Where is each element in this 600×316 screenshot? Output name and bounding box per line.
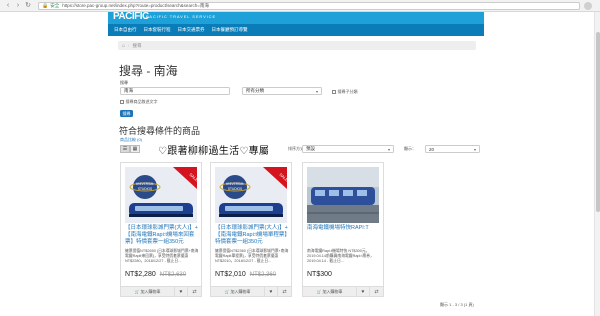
description-checkbox[interactable]: 搜尋商品敘述文字 — [120, 99, 158, 105]
compare-icon: ⇄ — [192, 288, 197, 295]
heart-icon: ♥ — [269, 288, 273, 295]
nav-item-transport-tickets[interactable]: 日本交通票券 — [178, 27, 205, 33]
sort-select-value: 預設 — [306, 146, 315, 151]
compare-icon: ⇄ — [374, 288, 379, 295]
price-old: NT$2,630 — [159, 272, 187, 278]
sort-select[interactable]: 預設 ▾ — [302, 145, 394, 153]
chevron-down-icon: ▾ — [315, 88, 318, 94]
search-input-value: 南海 — [124, 88, 133, 93]
view-toggle: ☰ ▦ — [120, 145, 140, 153]
nav-item-restaurant-booking[interactable]: 日本餐廳預訂導覽 — [212, 27, 248, 33]
card-actions: 🛒 加入購物車 ♥ ⇄ — [211, 286, 291, 296]
wishlist-button[interactable]: ♥ — [357, 287, 370, 296]
compare-link[interactable]: 商品比較 (0) — [120, 137, 142, 143]
limit-label: 顯示： — [404, 146, 416, 151]
grid-view-icon[interactable]: ▦ — [130, 145, 140, 153]
product-price: NT$2,010 NT$2,360 — [215, 271, 276, 278]
breadcrumb-item-search[interactable]: 搜尋 — [133, 43, 142, 49]
product-card: UNIVERSAL STUDIOS SALE 【日本環球影城門票(大人)】+【南… — [210, 162, 292, 297]
checkbox-icon — [332, 90, 336, 94]
subcategory-label: 搜尋子分類 — [337, 89, 358, 94]
pagination-text: 顯示 1 - 3 / 3 (1 頁) — [440, 302, 474, 307]
forward-icon[interactable]: › — [14, 2, 22, 10]
browser-toolbar: ‹ › ↻ 🔒 安全 https://store.pac-group.net/i… — [0, 0, 600, 12]
page-title: 搜尋 - 南海 — [119, 64, 178, 78]
product-card: UNIVERSAL STUDIOS SALE 【日本環球影城門票(大人)】+【南… — [120, 162, 202, 297]
product-card: 南海電鐵機場特快RAPI:T 南海電鐵Rapi:t機場特快 NT$300元，20… — [302, 162, 384, 297]
card-actions: 🛒 加入購物車 ♥ ⇄ — [121, 286, 201, 296]
limit-select[interactable]: 20 ▾ — [425, 145, 480, 153]
list-view-icon[interactable]: ☰ — [120, 145, 130, 153]
add-to-cart-button[interactable]: 🛒 加入購物車 — [121, 287, 175, 296]
compare-button[interactable]: ⇄ — [278, 287, 291, 296]
breadcrumb-separator: › — [128, 43, 130, 48]
chevron-down-icon: ▾ — [387, 146, 390, 152]
add-to-cart-label: 加入購物車 — [140, 288, 161, 294]
site-logo[interactable]: PACIFIC — [113, 12, 149, 22]
search-button[interactable]: 搜尋 — [120, 110, 133, 117]
compare-button[interactable]: ⇄ — [370, 287, 383, 296]
price-old: NT$2,360 — [249, 272, 277, 278]
price-current: NT$2,010 — [215, 271, 246, 278]
back-icon[interactable]: ‹ — [4, 2, 12, 10]
site-tagline: PACIFIC TRAVEL SERVICE — [146, 14, 217, 19]
chevron-down-icon: ▾ — [473, 146, 476, 152]
compare-button[interactable]: ⇄ — [188, 287, 201, 296]
compare-icon: ⇄ — [282, 288, 287, 295]
heart-icon: ♥ — [361, 288, 365, 295]
card-actions: 🛒 加入購物車 ♥ ⇄ — [303, 286, 383, 296]
extension-icon[interactable] — [584, 1, 592, 10]
site-header: PACIFIC PACIFIC TRAVEL SERVICE — [108, 12, 484, 24]
nav-item-package-tours[interactable]: 日本套裝行程 — [144, 27, 171, 33]
wishlist-button[interactable]: ♥ — [175, 287, 188, 296]
product-image[interactable] — [307, 167, 379, 223]
reload-icon[interactable]: ↻ — [24, 2, 32, 10]
site-nav: 日本自由行 日本套裝行程 日本交通票券 日本餐廳預訂導覽 — [108, 24, 484, 36]
results-title: 符合搜尋條件的商品 — [119, 126, 201, 136]
product-price: NT$2,280 NT$2,630 — [125, 271, 186, 278]
product-image[interactable]: UNIVERSAL STUDIOS SALE — [125, 167, 197, 223]
product-image[interactable]: UNIVERSAL STUDIOS SALE — [215, 167, 287, 223]
lock-icon: 🔒 — [42, 2, 49, 9]
product-price: NT$300 — [307, 271, 332, 278]
address-bar[interactable]: 🔒 安全 https://store.pac-group.net/index.p… — [38, 1, 580, 10]
wishlist-button[interactable]: ♥ — [265, 287, 278, 296]
category-select[interactable]: 所有分類 ▾ — [242, 87, 322, 95]
secure-label: 安全 — [50, 2, 60, 8]
svg-text:UNIVERSAL: UNIVERSAL — [136, 182, 154, 186]
search-input[interactable]: 南海 — [120, 87, 230, 95]
price-current: NT$2,280 — [125, 271, 156, 278]
checkbox-icon — [120, 100, 124, 104]
description-label: 搜尋商品敘述文字 — [125, 99, 158, 104]
url-text: https://store.pac-group.net/index.php?ro… — [62, 2, 209, 8]
add-to-cart-label: 加入購物車 — [230, 288, 251, 294]
product-description: 擁票價值NT$2650 (日本環球影城門票+南海電鐵Rapit來回票)，享受特價… — [125, 249, 199, 264]
product-title[interactable]: 【日本環球影城門票(大人)】+【南海電鐵Rapi:t機場單程票】特價套票一組35… — [215, 225, 289, 246]
product-description: 擁票價值NT$2360 (日本環球影城門票+南海電鐵Rapit單程票)，享受特價… — [215, 249, 289, 264]
category-select-value: 所有分類 — [246, 88, 264, 93]
svg-text:UNIVERSAL: UNIVERSAL — [226, 182, 244, 186]
add-to-cart-button[interactable]: 🛒 加入購物車 — [211, 287, 265, 296]
heart-icon: ♥ — [179, 288, 183, 295]
home-icon[interactable]: ⌂ — [122, 43, 125, 49]
nav-item-free-travel[interactable]: 日本自由行 — [114, 27, 137, 33]
svg-text:STUDIOS: STUDIOS — [228, 187, 242, 191]
add-to-cart-label: 加入購物車 — [322, 288, 343, 294]
watermark-text: ♡跟著柳柳過生活♡專屬 — [158, 146, 270, 157]
product-description: 南海電鐵Rapi:t機場特快 NT$300元，2019.04.14前購買南海電鐵… — [307, 249, 374, 264]
product-title[interactable]: 南海電鐵機場特快RAPI:T — [307, 225, 381, 232]
breadcrumb: ⌂ › 搜尋 — [118, 41, 476, 50]
svg-text:STUDIOS: STUDIOS — [138, 187, 152, 191]
limit-select-value: 20 — [429, 146, 435, 152]
add-to-cart-button[interactable]: 🛒 加入購物車 — [303, 287, 357, 296]
subcategory-checkbox[interactable]: 搜尋子分類 — [332, 89, 358, 95]
keyword-label: 搜尋 — [120, 80, 128, 85]
price-current: NT$300 — [307, 271, 332, 278]
scrollbar-thumb[interactable] — [596, 32, 600, 212]
scrollbar[interactable] — [594, 12, 600, 316]
product-title[interactable]: 【日本環球影城門票(大人)】+【南海電鐵Rapi:t機場來回套票】特價套票一組3… — [125, 225, 199, 246]
